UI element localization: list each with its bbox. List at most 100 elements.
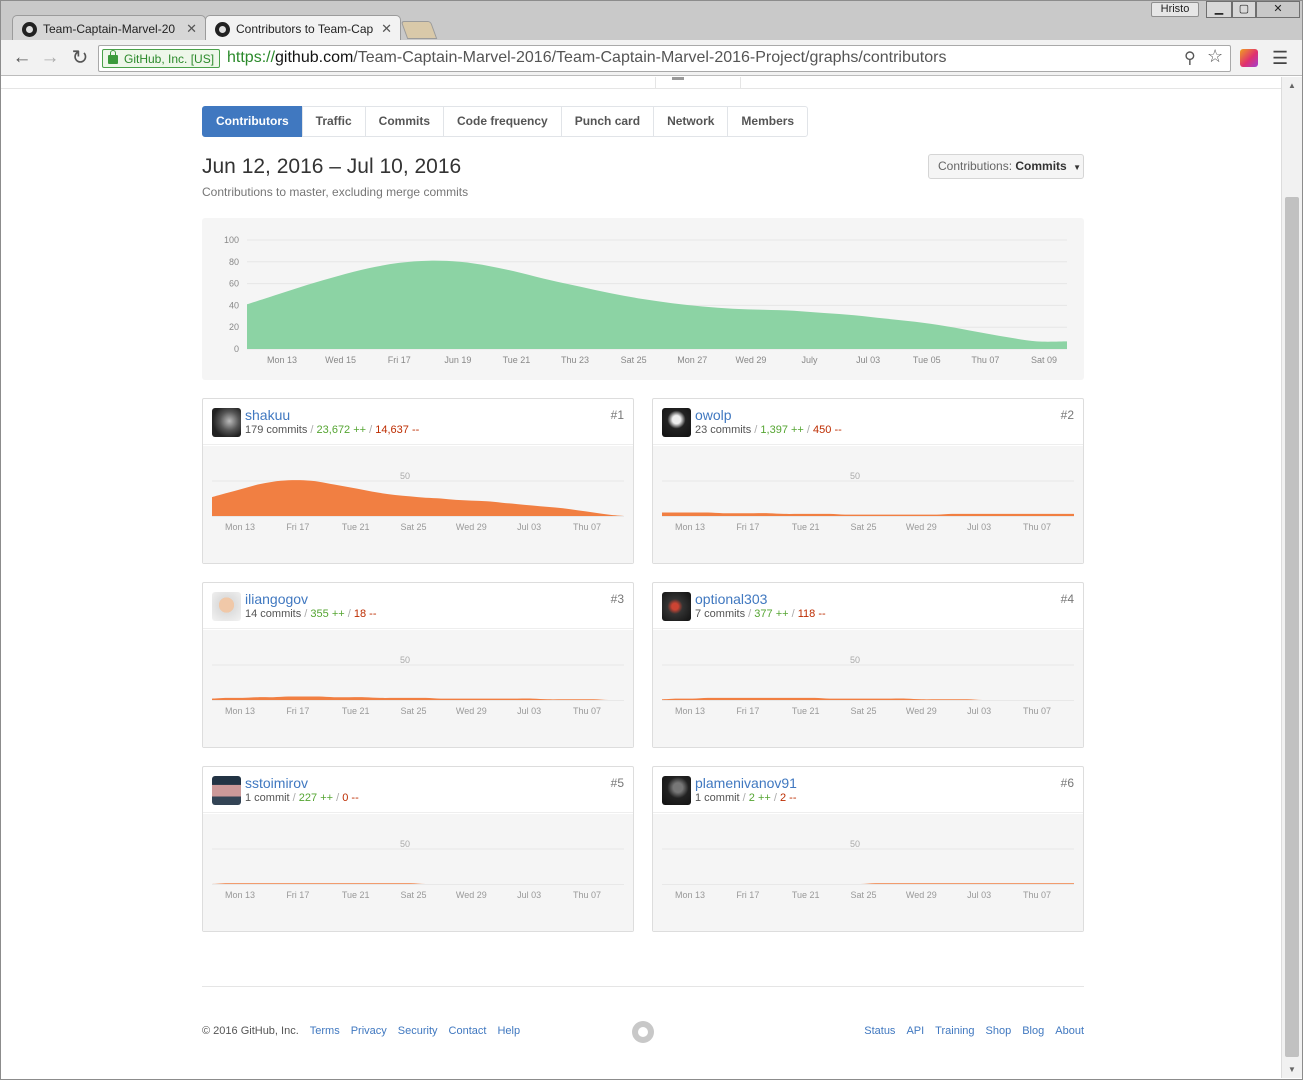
- contributor-x-tick-label: Fri 17: [736, 890, 759, 900]
- profile-badge[interactable]: Hristo: [1151, 2, 1199, 17]
- tab-close-icon[interactable]: ✕: [186, 21, 197, 37]
- contributor-login-link[interactable]: plamenivanov91: [695, 775, 797, 791]
- forward-arrow-icon[interactable]: →: [38, 47, 62, 69]
- contributor-y-tick-label: 50: [400, 839, 410, 849]
- minimize-button[interactable]: ▁: [1206, 1, 1232, 18]
- security-chip[interactable]: GitHub, Inc. [US]: [102, 49, 221, 68]
- maximize-button[interactable]: ▢: [1232, 1, 1256, 18]
- footer-link-blog[interactable]: Blog: [1022, 1025, 1044, 1037]
- stats-separator: /: [366, 424, 376, 436]
- back-arrow-icon[interactable]: ←: [10, 47, 34, 69]
- contributor-x-tick-label: Sat 25: [400, 706, 426, 716]
- close-window-button[interactable]: ✕: [1256, 1, 1300, 18]
- contributor-graph: 50 Mon 13 Fri 17 Tue 21 Sat 25 Wed 29 Jul 03 Th…: [653, 446, 1083, 563]
- contributor-graph-svg: 50 Mon 13 Fri 17 Tue 21 Sat 25 Wed 29 Jul 03 Th…: [662, 471, 1074, 532]
- footer-link-api[interactable]: API: [906, 1025, 924, 1037]
- reload-icon[interactable]: ↻: [68, 47, 92, 69]
- avatar[interactable]: [662, 408, 691, 437]
- contributor-x-tick-label: Sat 25: [850, 890, 876, 900]
- reponav-selected-tab[interactable]: [655, 77, 741, 89]
- stats-separator: /: [739, 792, 749, 804]
- contributor-login-link[interactable]: sstoimirov: [245, 775, 308, 791]
- commits-count-link[interactable]: 23 commits: [695, 424, 751, 436]
- new-tab-button[interactable]: [400, 21, 438, 39]
- contributor-x-tick-label: Jul 03: [517, 890, 541, 900]
- page-scrollbar[interactable]: ▲ ▼: [1281, 77, 1302, 1078]
- scrollbar-thumb[interactable]: [1285, 197, 1299, 1057]
- contributor-graph: 50 Mon 13 Fri 17 Tue 21 Sat 25 Wed 29 Jul 03 Th…: [653, 630, 1083, 747]
- contributor-x-tick-label: Sat 25: [850, 522, 876, 532]
- main-x-tick-label: Sat 09: [1031, 355, 1057, 365]
- contributor-login-link[interactable]: shakuu: [245, 407, 290, 423]
- contributor-y-tick-label: 50: [850, 471, 860, 481]
- footer-link-status[interactable]: Status: [864, 1025, 895, 1037]
- search-icon[interactable]: ⚲: [1184, 48, 1196, 68]
- tab-close-icon[interactable]: ✕: [381, 21, 392, 37]
- footer-link-about[interactable]: About: [1055, 1025, 1084, 1037]
- contributor-commits-area: [212, 696, 624, 701]
- footer-link-security[interactable]: Security: [398, 1025, 438, 1037]
- contributor-x-tick-label: Wed 29: [906, 706, 937, 716]
- scroll-up-arrow-icon[interactable]: ▲: [1288, 81, 1296, 90]
- browser-tab-1[interactable]: Team-Captain-Marvel-20 ✕: [12, 15, 206, 41]
- main-x-tick-label: Jul 03: [856, 355, 880, 365]
- subnav-tab-network[interactable]: Network: [653, 106, 729, 137]
- contributor-x-tick-label: Fri 17: [286, 522, 309, 532]
- footer-link-terms[interactable]: Terms: [310, 1025, 340, 1037]
- contributor-x-tick-label: Tue 21: [792, 890, 820, 900]
- avatar[interactable]: [212, 776, 241, 805]
- contributor-login-link[interactable]: iliangogov: [245, 591, 308, 607]
- footer-link-training[interactable]: Training: [935, 1025, 974, 1037]
- commits-count-link[interactable]: 1 commit: [695, 792, 740, 804]
- extension-icon[interactable]: [1240, 49, 1258, 67]
- commits-count-link[interactable]: 7 commits: [695, 608, 745, 620]
- subnav-tab-traffic[interactable]: Traffic: [301, 106, 366, 137]
- stats-separator: /: [770, 792, 780, 804]
- footer-link-privacy[interactable]: Privacy: [351, 1025, 387, 1037]
- stats-separator: /: [745, 608, 755, 620]
- avatar[interactable]: [662, 592, 691, 621]
- stats-separator: /: [333, 792, 343, 804]
- browser-tab-2[interactable]: Contributors to Team-Cap ✕: [205, 15, 401, 42]
- footer-link-shop[interactable]: Shop: [986, 1025, 1012, 1037]
- main-graph-svg: 0 20 40 60 80 100 Mon 13 Wed 15 Fri 17 Jun 19 Tue …: [224, 235, 1068, 365]
- footer-link-help[interactable]: Help: [497, 1025, 520, 1037]
- deletions-count: 2 --: [780, 792, 797, 804]
- commits-count-link[interactable]: 179 commits: [245, 424, 307, 436]
- github-mark-icon[interactable]: [632, 1021, 654, 1043]
- main-x-tick-label: Fri 17: [388, 355, 411, 365]
- scroll-down-arrow-icon[interactable]: ▼: [1288, 1065, 1296, 1074]
- contributor-rank: #2: [1060, 408, 1074, 422]
- contributor-y-tick-label: 50: [400, 471, 410, 481]
- address-bar[interactable]: GitHub, Inc. [US] https://github.com/Tea…: [98, 45, 1231, 72]
- subnav-tab-code-frequency[interactable]: Code frequency: [443, 106, 562, 137]
- reponav-border: [1, 88, 1281, 89]
- subnav-tab-contributors[interactable]: Contributors: [202, 106, 303, 137]
- url-text[interactable]: https://github.com/Team-Captain-Marvel-2…: [227, 49, 946, 67]
- bookmark-star-icon[interactable]: ☆: [1207, 46, 1223, 67]
- subnav-tab-commits[interactable]: Commits: [364, 106, 445, 137]
- subnav-tab-punch-card[interactable]: Punch card: [560, 106, 655, 137]
- contributor-x-tick-label: Jul 03: [517, 522, 541, 532]
- browser-menu-icon[interactable]: ☰: [1272, 48, 1288, 69]
- contributor-x-tick-label: Fri 17: [286, 890, 309, 900]
- subnav-tab-members[interactable]: Members: [727, 106, 809, 137]
- contributor-login-link[interactable]: owolp: [695, 407, 732, 423]
- deletions-count: 118 --: [797, 608, 826, 620]
- date-range-title: Jun 12, 2016 – Jul 10, 2016: [202, 155, 462, 178]
- deletions-count: 450 --: [813, 424, 842, 436]
- main-x-tick-label: Mon 27: [677, 355, 707, 365]
- footer-link-contact[interactable]: Contact: [449, 1025, 487, 1037]
- commits-count-link[interactable]: 1 commit: [245, 792, 290, 804]
- contributions-select[interactable]: Contributions: Commits ▼: [928, 154, 1084, 179]
- contributor-graph: 50 Mon 13 Fri 17 Tue 21 Sat 25 Wed 29 Jul 03 Th…: [203, 446, 633, 563]
- commits-count-link[interactable]: 14 commits: [245, 608, 301, 620]
- contributor-commits-area: [212, 480, 624, 516]
- main-x-tick-label: Thu 07: [971, 355, 999, 365]
- contributor-login-link[interactable]: optional303: [695, 591, 767, 607]
- avatar[interactable]: [212, 592, 241, 621]
- contributor-x-tick-label: Tue 21: [342, 522, 370, 532]
- avatar[interactable]: [662, 776, 691, 805]
- avatar[interactable]: [212, 408, 241, 437]
- github-favicon-icon: [215, 22, 230, 37]
